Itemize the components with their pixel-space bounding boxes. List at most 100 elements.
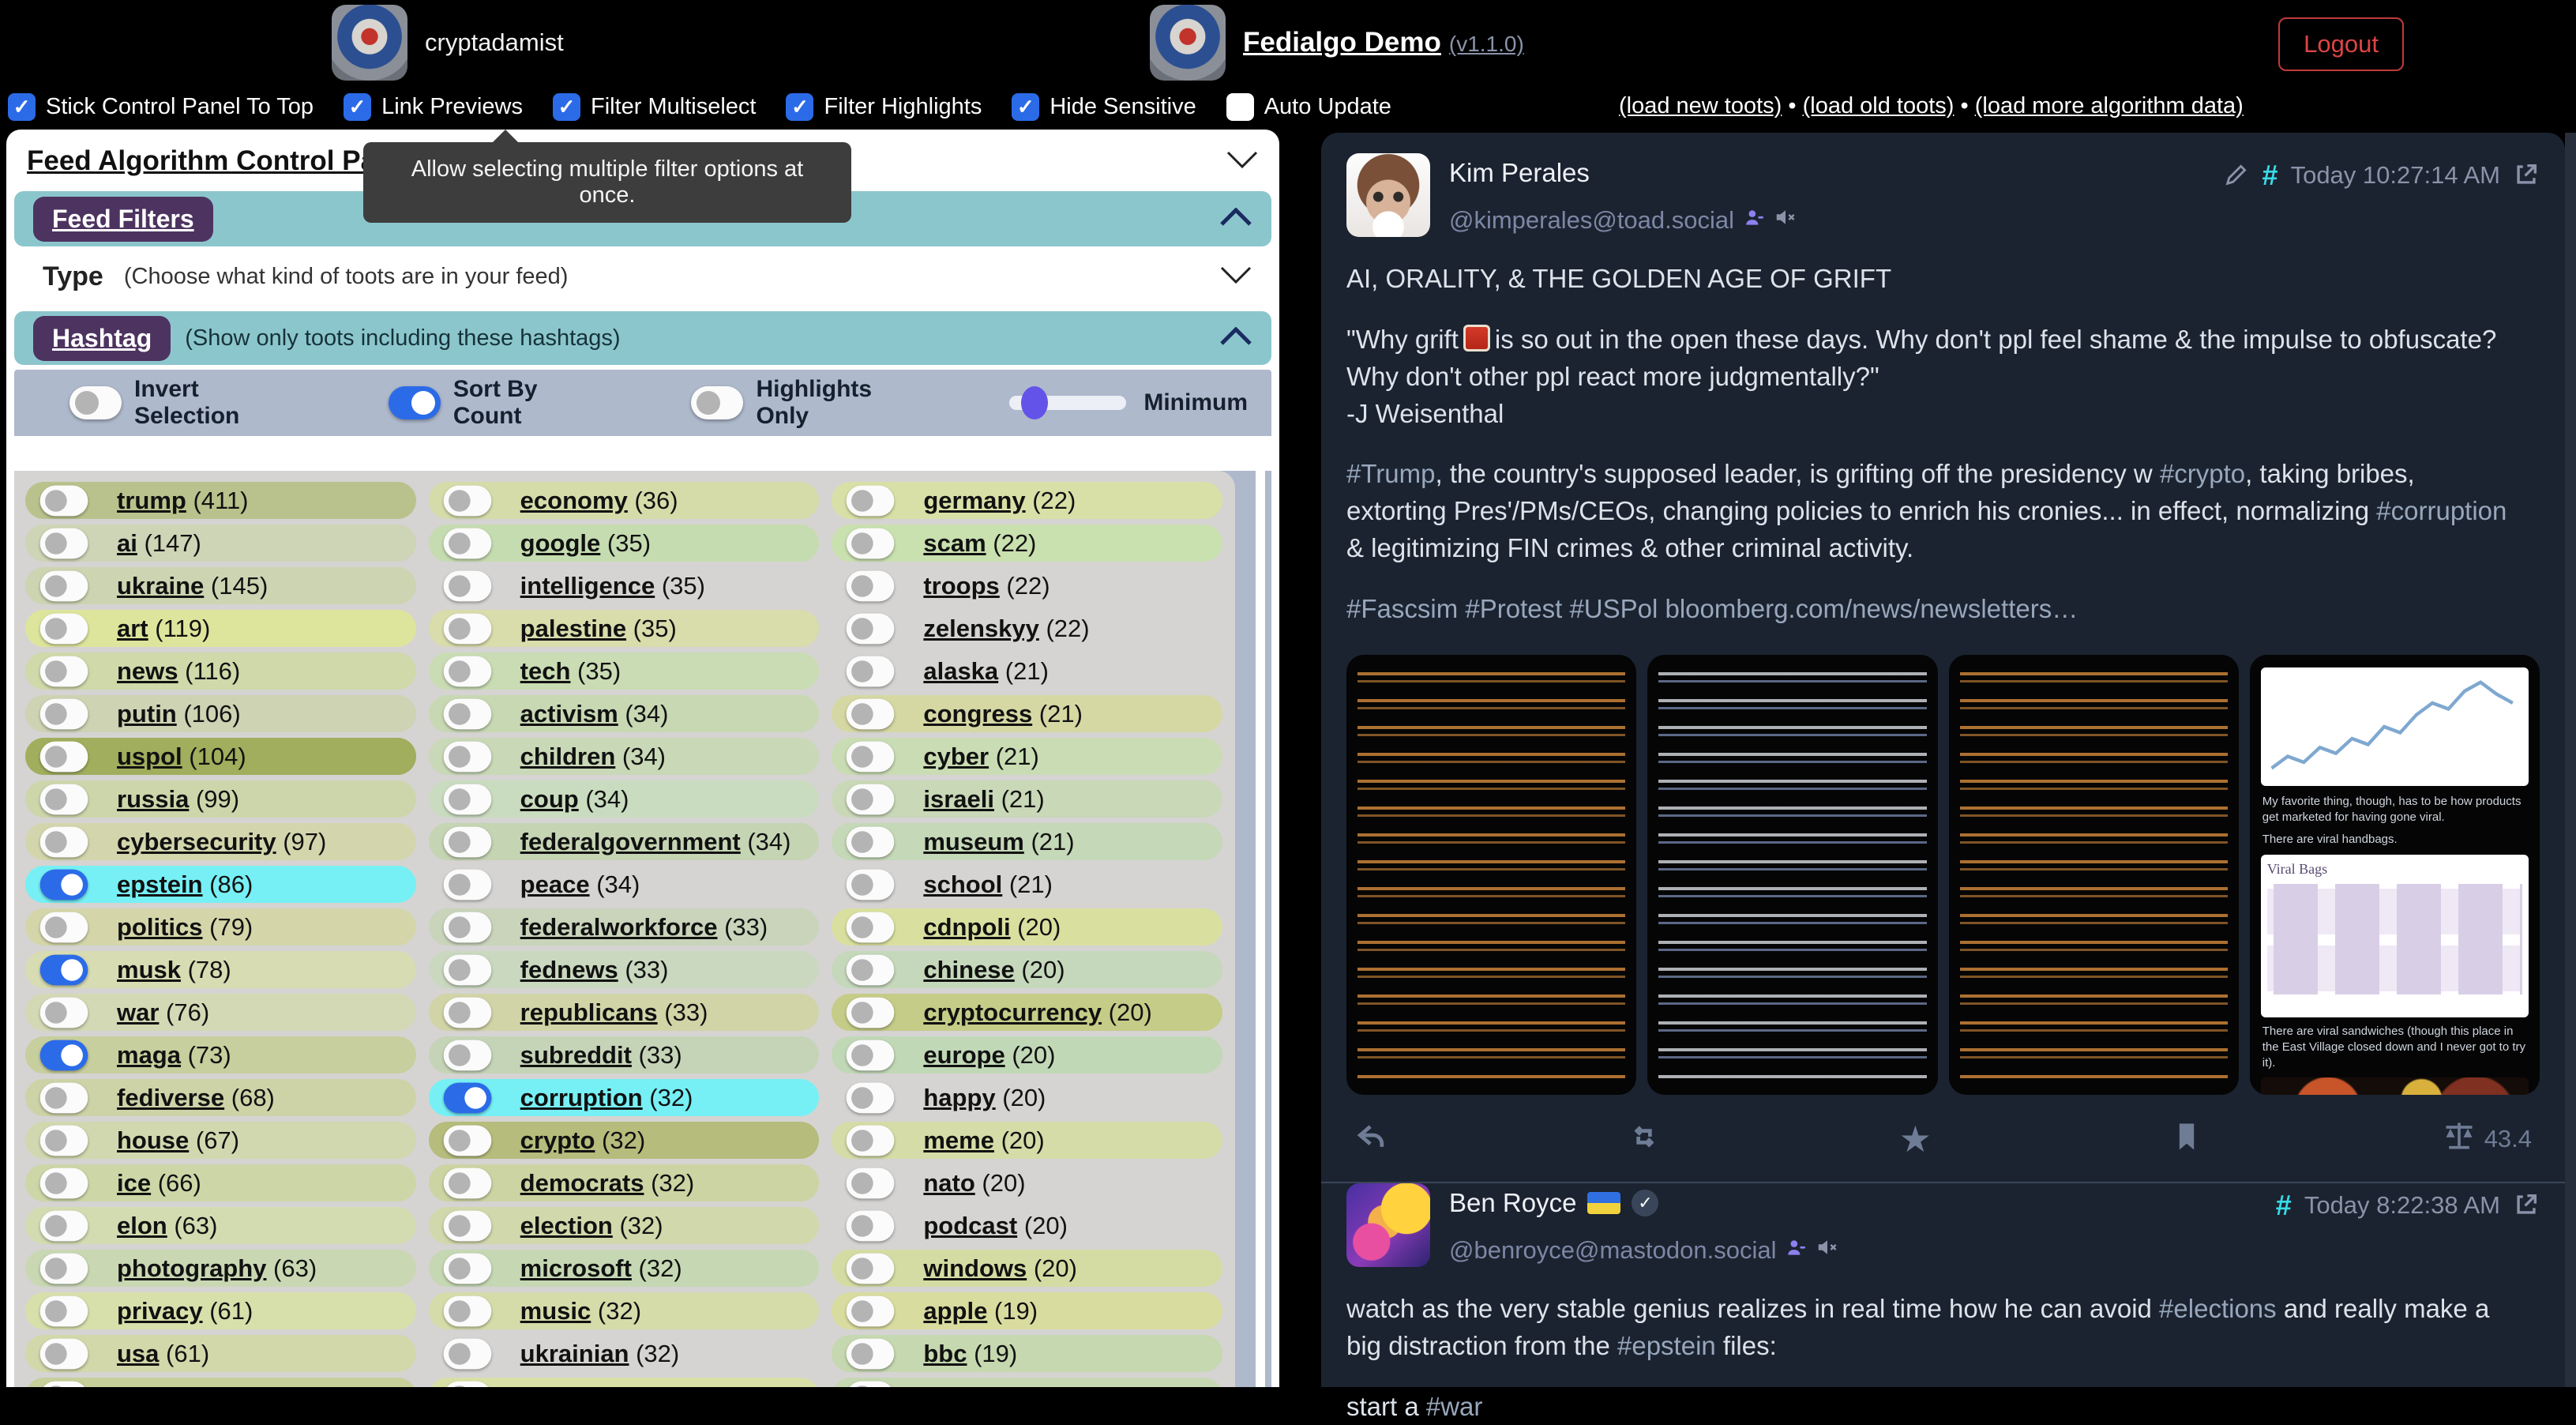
hashtag-filter-item[interactable]: meme (20) [832, 1122, 1222, 1159]
hashtag-toggle[interactable] [40, 869, 88, 900]
toot-author-handle[interactable]: @benroyce@mastodon.social [1449, 1235, 1839, 1265]
hashtag-filter-item[interactable]: museum (21) [832, 823, 1222, 860]
hashtag-label-text[interactable]: freedom (19) [923, 1382, 1070, 1388]
hashtag-label-text[interactable]: federalworkforce (33) [520, 913, 768, 942]
hashtag-toggle[interactable] [847, 1295, 895, 1326]
hashtag-label-text[interactable]: peace (34) [520, 870, 640, 899]
hashtag-label-text[interactable]: musk (78) [117, 956, 231, 984]
hashtag-label-text[interactable]: corruption (32) [520, 1084, 693, 1112]
checkbox[interactable]: ✓ [8, 93, 36, 121]
checkbox[interactable]: ✓ [1226, 93, 1254, 121]
hashtag-toggle[interactable] [40, 1381, 88, 1387]
hashtag-label-text[interactable]: privacy (61) [117, 1297, 253, 1325]
chevron-down-icon[interactable] [1226, 150, 1259, 173]
hashtag-label-text[interactable]: epstein (86) [117, 870, 253, 899]
hashtag-label-text[interactable]: troops (22) [923, 572, 1050, 600]
hashtag-label-text[interactable]: activism (34) [520, 700, 669, 728]
hashtag-toggle[interactable] [443, 1082, 491, 1113]
minimum-slider[interactable] [1009, 396, 1127, 410]
hashtag-label-text[interactable]: zelenskyy (22) [923, 615, 1089, 643]
hashtag-label-text[interactable]: maga (73) [117, 1041, 231, 1070]
mute-speaker-icon[interactable] [1774, 205, 1797, 235]
hashtag-toggle[interactable] [40, 1125, 88, 1156]
hashtag-label-text[interactable]: museum (21) [923, 828, 1074, 856]
hashtag-filter-item[interactable]: corruption (32) [429, 1079, 820, 1116]
hashtag-filter-item[interactable]: europe (20) [832, 1036, 1222, 1073]
hashtag-label-text[interactable]: election (32) [520, 1212, 663, 1240]
feed-scrollbar[interactable] [2565, 133, 2576, 1387]
hashtag-label-text[interactable]: putin (106) [117, 700, 241, 728]
hashtag-label-text[interactable]: federalgovernment (34) [520, 828, 791, 856]
hashtag-label-text[interactable]: fraud (31) [520, 1382, 632, 1388]
hashtag-toggle[interactable] [443, 1040, 491, 1070]
hashtag-filter-item[interactable]: microsoft (32) [429, 1250, 820, 1287]
hashtag-filter-item[interactable]: fednews (33) [429, 951, 820, 988]
hashtag-label-text[interactable]: germany (22) [923, 487, 1076, 515]
hashtag-filter-item[interactable]: intelligence (35) [429, 567, 820, 604]
hashtag-toggle[interactable] [847, 1167, 895, 1198]
hashtag-list-scroll[interactable]: trump (411)ai (147)ukraine (145)art (119… [14, 471, 1235, 1387]
hashtag-filter-item[interactable]: maga (73) [25, 1036, 416, 1073]
checkbox[interactable]: ✓ [1012, 93, 1039, 121]
hashtag-label-text[interactable]: intelligence (35) [520, 572, 705, 600]
pencil-icon[interactable] [2223, 161, 2250, 194]
hashtag-toggle[interactable] [443, 912, 491, 942]
hashtag-label-text[interactable]: crypto (32) [520, 1126, 646, 1155]
hashtag-toggle[interactable] [443, 954, 491, 985]
hashtag-toggle[interactable] [443, 1381, 491, 1387]
hashtag-toggle[interactable] [847, 613, 895, 644]
hashtag-filter-item[interactable]: economy (36) [429, 482, 820, 519]
avatar[interactable] [1346, 1183, 1430, 1267]
hashtag-filter-item[interactable]: privacy (61) [25, 1292, 416, 1329]
hashtag-filter-item[interactable]: ai (147) [25, 525, 416, 562]
hashtag-toggle[interactable] [443, 1210, 491, 1241]
hashtag-filter-item[interactable]: cryptocurrency (20) [832, 994, 1222, 1031]
hashtag-label-text[interactable]: meme (20) [923, 1126, 1044, 1155]
hashtag-toggle[interactable] [40, 656, 88, 686]
load-link[interactable]: (load more algorithm data) [1975, 93, 2244, 118]
hashtag-filter-item[interactable]: news (116) [25, 652, 416, 690]
highlights-only-toggle[interactable] [691, 386, 743, 419]
hashtag-toggle[interactable] [40, 997, 88, 1028]
hashtag-filter-item[interactable]: palestine (35) [429, 610, 820, 647]
hashtag-section-header[interactable]: Hashtag (Show only toots including these… [14, 311, 1271, 365]
toot-author-handle[interactable]: @kimperales@toad.social [1449, 205, 1797, 235]
hashtag-toggle[interactable] [443, 698, 491, 729]
toot-timestamp[interactable]: Today 10:27:14 AM [2291, 161, 2500, 190]
hashtag-filter-item[interactable]: coup (34) [429, 780, 820, 818]
header-option[interactable]: ✓Filter Multiselect [553, 93, 757, 121]
hashtag-filter-item[interactable]: cybersecurity (97) [25, 823, 416, 860]
hashtag-toggle[interactable] [40, 912, 88, 942]
hashtag-filter-item[interactable]: fraud (31) [429, 1378, 820, 1387]
hashtag-filter-item[interactable]: federalworkforce (33) [429, 908, 820, 946]
hashtag-filter-item[interactable]: apple (19) [832, 1292, 1222, 1329]
avatar[interactable] [1346, 153, 1430, 237]
hashtag-toggle[interactable] [847, 656, 895, 686]
toot-timestamp[interactable]: Today 8:22:38 AM [2304, 1191, 2500, 1220]
hashtag-label-text[interactable]: happy (20) [923, 1084, 1046, 1112]
hashtag-toggle[interactable] [847, 954, 895, 985]
hashtag-toggle[interactable] [443, 656, 491, 686]
hashtag-label-text[interactable]: russia (99) [117, 785, 239, 814]
hashtag-filter-item[interactable]: alaska (21) [832, 652, 1222, 690]
hashtag-toggle[interactable] [847, 784, 895, 814]
hashtag-filter-item[interactable]: activism (34) [429, 695, 820, 732]
hashtag-filter-item[interactable]: subreddit (33) [429, 1036, 820, 1073]
hashtag-filter-item[interactable]: ukraine (145) [25, 567, 416, 604]
hashtag-label-text[interactable]: tech (35) [520, 657, 621, 686]
hashtag-filter-item[interactable]: epstein (86) [25, 866, 416, 903]
hashtag-toggle[interactable] [847, 1338, 895, 1369]
hashtag-link[interactable]: #epstein [1617, 1331, 1716, 1360]
hashtag-toggle[interactable] [443, 997, 491, 1028]
hashtag-toggle[interactable] [40, 1040, 88, 1070]
hashtag-filter-item[interactable]: republicans (33) [429, 994, 820, 1031]
hashtag-toggle[interactable] [40, 1082, 88, 1113]
hashtag-toggle[interactable] [847, 912, 895, 942]
hashtag-filter-item[interactable]: scam (22) [832, 525, 1222, 562]
hashtag-filter-item[interactable]: ice (66) [25, 1164, 416, 1201]
mute-speaker-icon[interactable] [1816, 1235, 1839, 1265]
toot-author-name[interactable]: Ben Royce✓ [1449, 1188, 1839, 1218]
hashtag-label-text[interactable]: republicans (33) [520, 998, 708, 1027]
attachment-image[interactable]: My favorite thing, though, has to be how… [2250, 655, 2540, 1095]
hashtag-toggle[interactable] [847, 1082, 895, 1113]
